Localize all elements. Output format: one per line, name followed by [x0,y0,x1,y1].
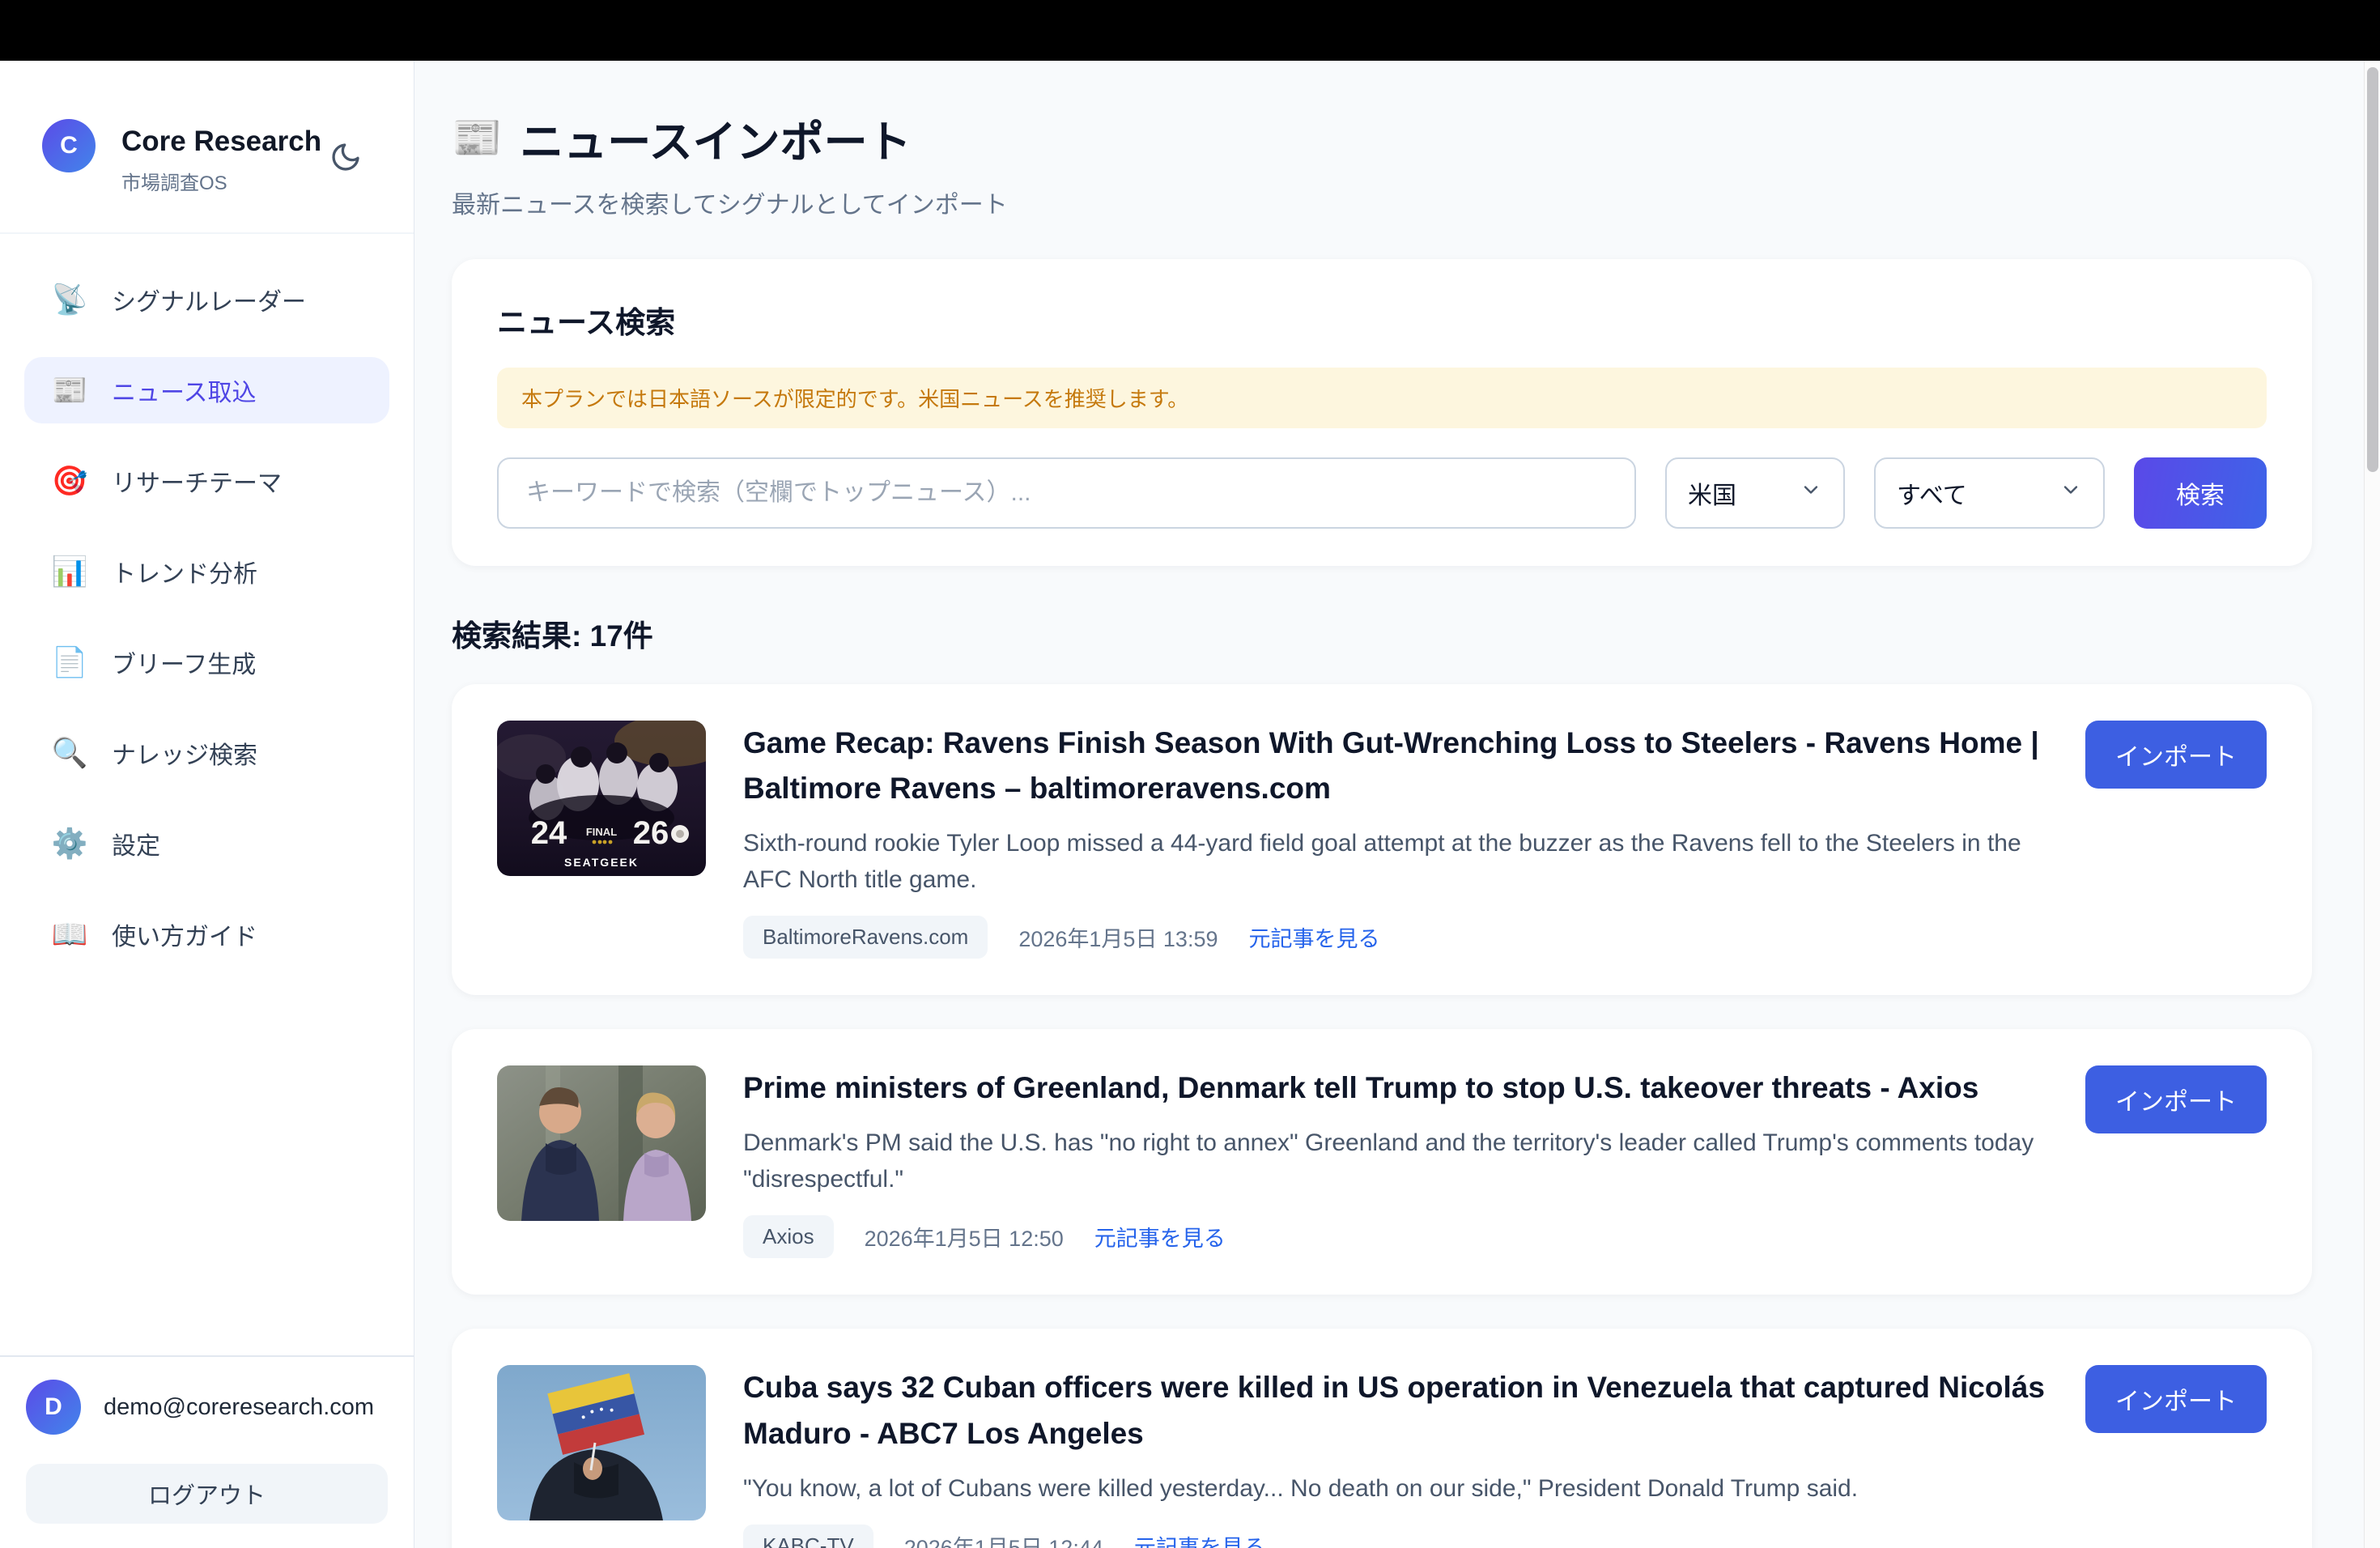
chevron-down-icon [2059,478,2082,508]
article-date: 2026年1月5日 13:59 [1018,921,1218,953]
gear-icon: ⚙️ [50,827,89,861]
top-black-bar [0,0,2380,61]
news-card: Prime ministers of Greenland, Denmark te… [452,1029,2312,1295]
category-select[interactable]: すべて [1874,457,2105,529]
user-email: demo@coreresearch.com [104,1394,374,1421]
score-right: 26 [633,815,669,851]
scrollbar-thumb[interactable] [2367,67,2378,472]
sidebar-item-settings[interactable]: ⚙️ 設定 [24,810,389,877]
article-description: "You know, a lot of Cubans were killed y… [743,1471,2048,1507]
sidebar: C Core Research 市場調査OS 📡 シグナルレーダー 📰 [0,61,414,1548]
sidebar-item-label: ニュース取込 [112,372,257,408]
article-date: 2026年1月5日 12:50 [865,1221,1064,1252]
logout-button[interactable]: ログアウト [26,1464,388,1524]
thumb-brand: SEATGEEK [564,856,639,869]
app-logo: C [42,119,96,172]
sidebar-nav: 📡 シグナルレーダー 📰 ニュース取込 🎯 リサーチテーマ 📊 トレンド分析 📄… [0,234,414,1355]
moon-icon [329,164,362,176]
news-card: 24 FINAL 26 SEATGEEK Game Recap: Ravens … [452,684,2312,995]
results-heading: 検索結果: 17件 [452,611,2312,655]
view-original-link[interactable]: 元記事を見る [1134,1530,1265,1548]
sidebar-item-brief-generation[interactable]: 📄 ブリーフ生成 [24,629,389,695]
source-badge: Axios [743,1215,834,1258]
news-card: Cuba says 32 Cuban officers were killed … [452,1329,2312,1548]
search-card-heading: ニュース検索 [497,298,2267,342]
magnifier-icon: 🔍 [50,736,89,770]
sidebar-item-label: ナレッジ検索 [112,735,257,771]
article-thumbnail-football: 24 FINAL 26 SEATGEEK [497,721,706,876]
bar-chart-icon: 📊 [50,555,89,589]
article-thumbnail-ministers [497,1065,706,1221]
dark-mode-toggle[interactable] [328,140,363,176]
sidebar-item-label: シグナルレーダー [112,282,306,317]
main-content: 📰 ニュースインポート 最新ニュースを検索してシグナルとしてインポート ニュース… [414,61,2364,1548]
article-title: Prime ministers of Greenland, Denmark te… [743,1065,2048,1111]
sidebar-item-news-import[interactable]: 📰 ニュース取込 [24,357,389,423]
import-button[interactable]: インポート [2085,721,2267,789]
import-button[interactable]: インポート [2085,1365,2267,1433]
page-title: ニュースインポート [520,106,911,170]
sidebar-item-label: ブリーフ生成 [112,644,256,680]
sidebar-footer: D demo@coreresearch.com ログアウト [0,1355,414,1548]
article-title: Cuba says 32 Cuban officers were killed … [743,1365,2048,1456]
import-button[interactable]: インポート [2085,1065,2267,1133]
score-status: FINAL [586,826,617,838]
sidebar-item-research-themes[interactable]: 🎯 リサーチテーマ [24,448,389,514]
document-icon: 📄 [50,645,89,679]
source-badge: BaltimoreRavens.com [743,916,988,959]
article-title: Game Recap: Ravens Finish Season With Gu… [743,721,2048,811]
sidebar-item-label: 使い方ガイド [112,916,257,952]
score-left: 24 [531,815,567,851]
country-select-value: 米国 [1688,475,1736,511]
sidebar-item-user-guide[interactable]: 📖 使い方ガイド [24,901,389,968]
satellite-antenna-icon: 📡 [50,283,89,317]
article-thumbnail-flag [497,1365,706,1520]
app-logo-letter: C [60,132,78,159]
sidebar-item-label: トレンド分析 [112,554,257,589]
avatar-initial: D [45,1393,62,1421]
sidebar-item-label: 設定 [112,826,160,861]
open-book-icon: 📖 [50,917,89,951]
sidebar-item-signal-radar[interactable]: 📡 シグナルレーダー [24,266,389,333]
sidebar-header: C Core Research 市場調査OS [0,61,414,234]
avatar: D [26,1380,81,1435]
article-description: Sixth-round rookie Tyler Loop missed a 4… [743,826,2048,898]
category-select-value: すべて [1897,475,1967,511]
app-subtitle: 市場調査OS [121,167,324,195]
sidebar-item-label: リサーチテーマ [112,463,282,499]
sidebar-item-knowledge-search[interactable]: 🔍 ナレッジ検索 [24,720,389,786]
plan-notice: 本プランでは日本語ソースが限定的です。米国ニュースを推奨します。 [497,368,2267,428]
page-scrollbar [2364,61,2380,1548]
source-badge: KABC-TV [743,1525,873,1548]
sidebar-item-trend-analysis[interactable]: 📊 トレンド分析 [24,538,389,605]
page-subtitle: 最新ニュースを検索してシグナルとしてインポート [452,185,2312,220]
chevron-down-icon [1800,478,1822,508]
search-button[interactable]: 検索 [2134,457,2267,529]
view-original-link[interactable]: 元記事を見る [1248,921,1379,953]
view-original-link[interactable]: 元記事を見る [1094,1221,1226,1252]
article-date: 2026年1月5日 12:44 [904,1530,1103,1548]
article-description: Denmark's PM said the U.S. has "no right… [743,1125,2048,1197]
news-search-card: ニュース検索 本プランでは日本語ソースが限定的です。米国ニュースを推奨します。 … [452,259,2312,566]
app-name: Core Research [121,119,324,164]
keyword-search-input[interactable] [497,457,1636,529]
newspaper-icon: 📰 [50,373,89,407]
target-icon: 🎯 [50,464,89,498]
newspaper-icon: 📰 [452,114,502,162]
country-select[interactable]: 米国 [1665,457,1845,529]
